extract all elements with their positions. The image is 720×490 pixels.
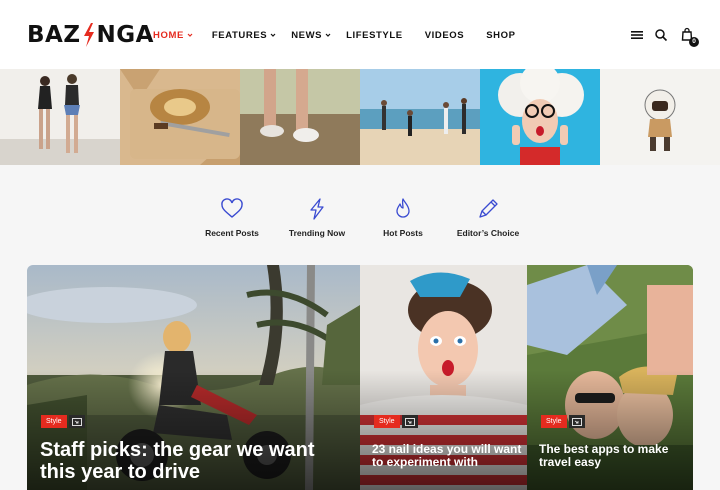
cart-count-badge: 0 — [689, 37, 699, 47]
category-tag[interactable]: Style — [374, 415, 400, 428]
strip-image-running-shoes[interactable] — [240, 69, 360, 165]
nav-item-home[interactable]: HOME — [153, 30, 193, 41]
strip-image-two-women-walking[interactable] — [0, 69, 120, 165]
photo-strip — [0, 69, 720, 165]
nav-label: LIFESTYLE — [346, 30, 403, 41]
flame-icon — [396, 198, 410, 218]
featured-card-middle[interactable]: Style 23 nail ideas you will want to exp… — [360, 265, 527, 490]
strip-image-bread-on-paper[interactable] — [120, 69, 240, 165]
card-title[interactable]: The best apps to make travel easy — [539, 442, 689, 470]
featured-card-large[interactable]: Style Staff picks: the gear we want this… — [27, 265, 360, 490]
category-hot-posts[interactable]: Hot Posts — [358, 197, 448, 238]
hamburger-icon[interactable] — [630, 28, 644, 42]
logo-text-part1: BAZ — [27, 22, 81, 48]
search-icon[interactable] — [654, 28, 668, 42]
post-format-icon — [68, 415, 85, 428]
category-label: Trending Now — [288, 228, 346, 238]
category-tag[interactable]: Style — [541, 415, 567, 428]
strip-image-astronaut-helmet-figure[interactable] — [600, 69, 720, 165]
post-format-icon — [401, 415, 418, 428]
nav-label: HOME — [153, 30, 184, 41]
nav-label: FEATURES — [211, 30, 268, 41]
post-format-icon — [568, 415, 585, 428]
nav-label: VIDEOS — [424, 30, 465, 41]
category-tag[interactable]: Style — [41, 415, 67, 428]
nav-item-videos[interactable]: VIDEOS — [425, 30, 465, 41]
strip-image-surprised-woman-glasses[interactable] — [480, 69, 600, 165]
lightning-logo-icon — [83, 23, 94, 47]
chevron-down-icon — [325, 33, 331, 37]
chevron-down-icon — [187, 33, 193, 37]
card-tag-row: Style — [541, 415, 585, 428]
category-trending-now[interactable]: Trending Now — [272, 197, 362, 238]
category-recent-posts[interactable]: Recent Posts — [187, 197, 277, 238]
category-label: Editor’s Choice — [456, 228, 520, 238]
card-tag-row: Style — [374, 415, 418, 428]
card-tag-row: Style — [41, 415, 85, 428]
nav-item-news[interactable]: NEWS — [291, 30, 331, 41]
nav-item-features[interactable]: FEATURES — [212, 30, 276, 41]
logo-text-part2: NGA — [96, 22, 154, 48]
main-nav: HOME FEATURES NEWS LIFESTYLE VIDEOS SHOP — [153, 30, 516, 41]
nav-item-shop[interactable]: SHOP — [486, 30, 515, 41]
pen-icon — [479, 199, 498, 218]
site-header: BAZ NGA HOME FEATURES NEWS LIFESTYLE VID… — [0, 0, 720, 69]
site-logo[interactable]: BAZ NGA — [27, 22, 154, 48]
nav-label: NEWS — [291, 30, 323, 41]
category-editors-choice[interactable]: Editor’s Choice — [443, 197, 533, 238]
card-gradient-overlay — [527, 370, 693, 490]
card-title[interactable]: 23 nail ideas you will want to experimen… — [372, 442, 522, 470]
featured-card-right[interactable]: Style The best apps to make travel easy — [527, 265, 693, 490]
category-label: Recent Posts — [205, 228, 259, 238]
card-title[interactable]: Staff picks: the gear we want this year … — [40, 439, 345, 484]
lightning-icon — [310, 198, 324, 220]
heart-icon — [221, 198, 243, 218]
nav-label: SHOP — [486, 30, 516, 41]
card-gradient-overlay — [360, 370, 527, 490]
nav-item-lifestyle[interactable]: LIFESTYLE — [346, 30, 403, 41]
category-label: Hot Posts — [383, 228, 423, 238]
chevron-down-icon — [270, 33, 276, 37]
strip-image-people-on-beach[interactable] — [360, 69, 480, 165]
